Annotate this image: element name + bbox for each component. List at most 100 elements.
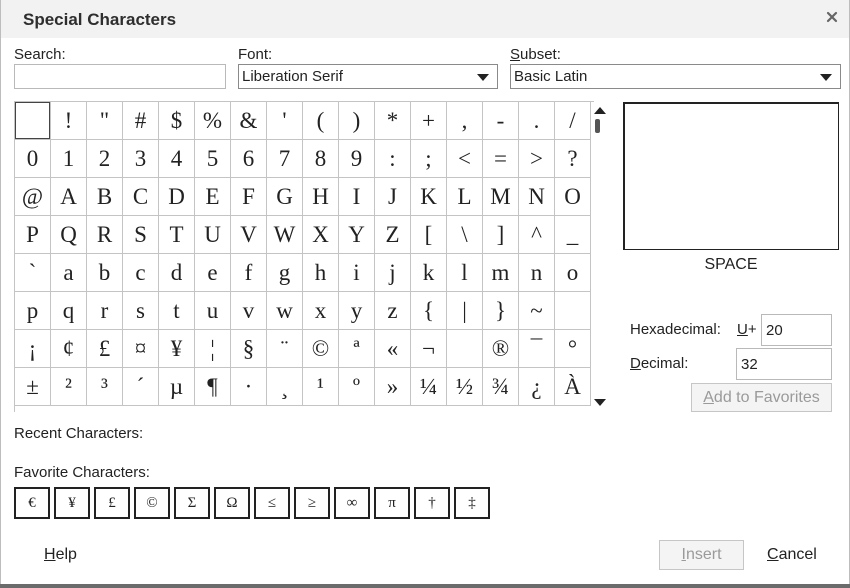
char-cell[interactable]: 3 bbox=[123, 140, 159, 178]
favorite-char-button[interactable]: ∞ bbox=[334, 487, 370, 519]
char-cell[interactable]: ` bbox=[15, 254, 51, 292]
char-cell[interactable]: % bbox=[195, 102, 231, 140]
char-cell[interactable]: T bbox=[159, 216, 195, 254]
char-cell[interactable] bbox=[447, 330, 483, 368]
char-cell[interactable]: » bbox=[375, 368, 411, 406]
char-cell[interactable]: ¡ bbox=[15, 330, 51, 368]
char-cell[interactable]: ¿ bbox=[519, 368, 555, 406]
scroll-thumb[interactable] bbox=[595, 119, 600, 133]
char-cell[interactable]: # bbox=[123, 102, 159, 140]
char-cell[interactable]: X bbox=[303, 216, 339, 254]
char-cell[interactable]: D bbox=[159, 178, 195, 216]
char-cell[interactable]: À bbox=[555, 368, 591, 406]
char-cell[interactable]: ? bbox=[555, 140, 591, 178]
favorite-char-button[interactable]: Ω bbox=[214, 487, 250, 519]
favorite-char-button[interactable]: π bbox=[374, 487, 410, 519]
char-cell[interactable]: > bbox=[519, 140, 555, 178]
char-cell[interactable]: ± bbox=[15, 368, 51, 406]
char-cell[interactable]: e bbox=[195, 254, 231, 292]
char-cell[interactable]: Z bbox=[375, 216, 411, 254]
char-cell[interactable]: G bbox=[267, 178, 303, 216]
char-cell[interactable]: ¦ bbox=[195, 330, 231, 368]
char-cell[interactable]: ¢ bbox=[51, 330, 87, 368]
char-cell[interactable]: £ bbox=[87, 330, 123, 368]
char-cell[interactable]: " bbox=[87, 102, 123, 140]
char-cell[interactable]: ! bbox=[51, 102, 87, 140]
char-cell[interactable]: k bbox=[411, 254, 447, 292]
hexadecimal-input[interactable] bbox=[761, 314, 832, 346]
char-cell[interactable]: µ bbox=[159, 368, 195, 406]
char-cell[interactable]: N bbox=[519, 178, 555, 216]
char-cell[interactable]: n bbox=[519, 254, 555, 292]
char-cell[interactable]: P bbox=[15, 216, 51, 254]
char-cell[interactable]: 5 bbox=[195, 140, 231, 178]
char-cell[interactable]: ¨ bbox=[267, 330, 303, 368]
char-cell[interactable]: h bbox=[303, 254, 339, 292]
decimal-input[interactable] bbox=[736, 348, 832, 380]
char-cell[interactable]: } bbox=[483, 292, 519, 330]
char-cell[interactable]: t bbox=[159, 292, 195, 330]
char-cell[interactable]: ¥ bbox=[159, 330, 195, 368]
char-cell[interactable]: ¹ bbox=[303, 368, 339, 406]
char-cell[interactable]: ¶ bbox=[195, 368, 231, 406]
char-cell[interactable]: B bbox=[87, 178, 123, 216]
char-cell[interactable]: { bbox=[411, 292, 447, 330]
char-cell[interactable]: , bbox=[447, 102, 483, 140]
char-cell[interactable]: L bbox=[447, 178, 483, 216]
char-cell[interactable]: m bbox=[483, 254, 519, 292]
char-cell[interactable]: ^ bbox=[519, 216, 555, 254]
char-cell[interactable]: [ bbox=[411, 216, 447, 254]
char-cell[interactable]: c bbox=[123, 254, 159, 292]
char-cell[interactable]: M bbox=[483, 178, 519, 216]
char-cell[interactable]: r bbox=[87, 292, 123, 330]
char-cell[interactable]: ½ bbox=[447, 368, 483, 406]
char-cell[interactable]: ~ bbox=[519, 292, 555, 330]
char-cell[interactable]: ¬ bbox=[411, 330, 447, 368]
char-cell[interactable]: 2 bbox=[87, 140, 123, 178]
cancel-button[interactable]: Cancel bbox=[767, 546, 817, 564]
char-cell[interactable]: o bbox=[555, 254, 591, 292]
char-cell[interactable]: y bbox=[339, 292, 375, 330]
char-cell[interactable]: ) bbox=[339, 102, 375, 140]
char-cell[interactable]: R bbox=[87, 216, 123, 254]
char-cell[interactable]: _ bbox=[555, 216, 591, 254]
char-cell[interactable]: 6 bbox=[231, 140, 267, 178]
char-cell[interactable]: ¾ bbox=[483, 368, 519, 406]
char-cell[interactable]: O bbox=[555, 178, 591, 216]
insert-button[interactable]: Insert bbox=[659, 540, 744, 570]
char-cell[interactable] bbox=[15, 102, 51, 140]
char-cell[interactable]: º bbox=[339, 368, 375, 406]
char-cell[interactable]: + bbox=[411, 102, 447, 140]
favorite-char-button[interactable]: ≥ bbox=[294, 487, 330, 519]
char-cell[interactable]: Y bbox=[339, 216, 375, 254]
char-cell[interactable]: a bbox=[51, 254, 87, 292]
scroll-down-icon[interactable] bbox=[594, 399, 606, 406]
favorite-char-button[interactable]: £ bbox=[94, 487, 130, 519]
char-cell[interactable]: 7 bbox=[267, 140, 303, 178]
char-cell[interactable]: d bbox=[159, 254, 195, 292]
char-cell[interactable]: j bbox=[375, 254, 411, 292]
char-cell[interactable]: z bbox=[375, 292, 411, 330]
char-cell[interactable]: b bbox=[87, 254, 123, 292]
char-cell[interactable]: l bbox=[447, 254, 483, 292]
char-cell[interactable]: « bbox=[375, 330, 411, 368]
char-cell[interactable]: w bbox=[267, 292, 303, 330]
scroll-up-icon[interactable] bbox=[594, 107, 606, 114]
char-cell[interactable]: & bbox=[231, 102, 267, 140]
favorite-char-button[interactable]: Σ bbox=[174, 487, 210, 519]
char-cell[interactable]: ¼ bbox=[411, 368, 447, 406]
subset-dropdown[interactable]: Basic Latin bbox=[510, 64, 841, 89]
char-cell[interactable]: K bbox=[411, 178, 447, 216]
char-cell[interactable]: I bbox=[339, 178, 375, 216]
char-cell[interactable]: = bbox=[483, 140, 519, 178]
char-cell[interactable]: Q bbox=[51, 216, 87, 254]
close-icon[interactable] bbox=[825, 10, 839, 24]
char-cell[interactable]: q bbox=[51, 292, 87, 330]
char-cell[interactable]: ® bbox=[483, 330, 519, 368]
char-cell[interactable]: ¯ bbox=[519, 330, 555, 368]
char-cell[interactable]: v bbox=[231, 292, 267, 330]
character-grid[interactable]: ! " # $% & '() * +, -./ 0 1 2 3 4 5 6 7 8 9:; < = >? @ A B C D E F G H… bbox=[14, 101, 594, 412]
char-cell[interactable]: A bbox=[51, 178, 87, 216]
char-cell[interactable]: @ bbox=[15, 178, 51, 216]
char-cell[interactable]: 0 bbox=[15, 140, 51, 178]
